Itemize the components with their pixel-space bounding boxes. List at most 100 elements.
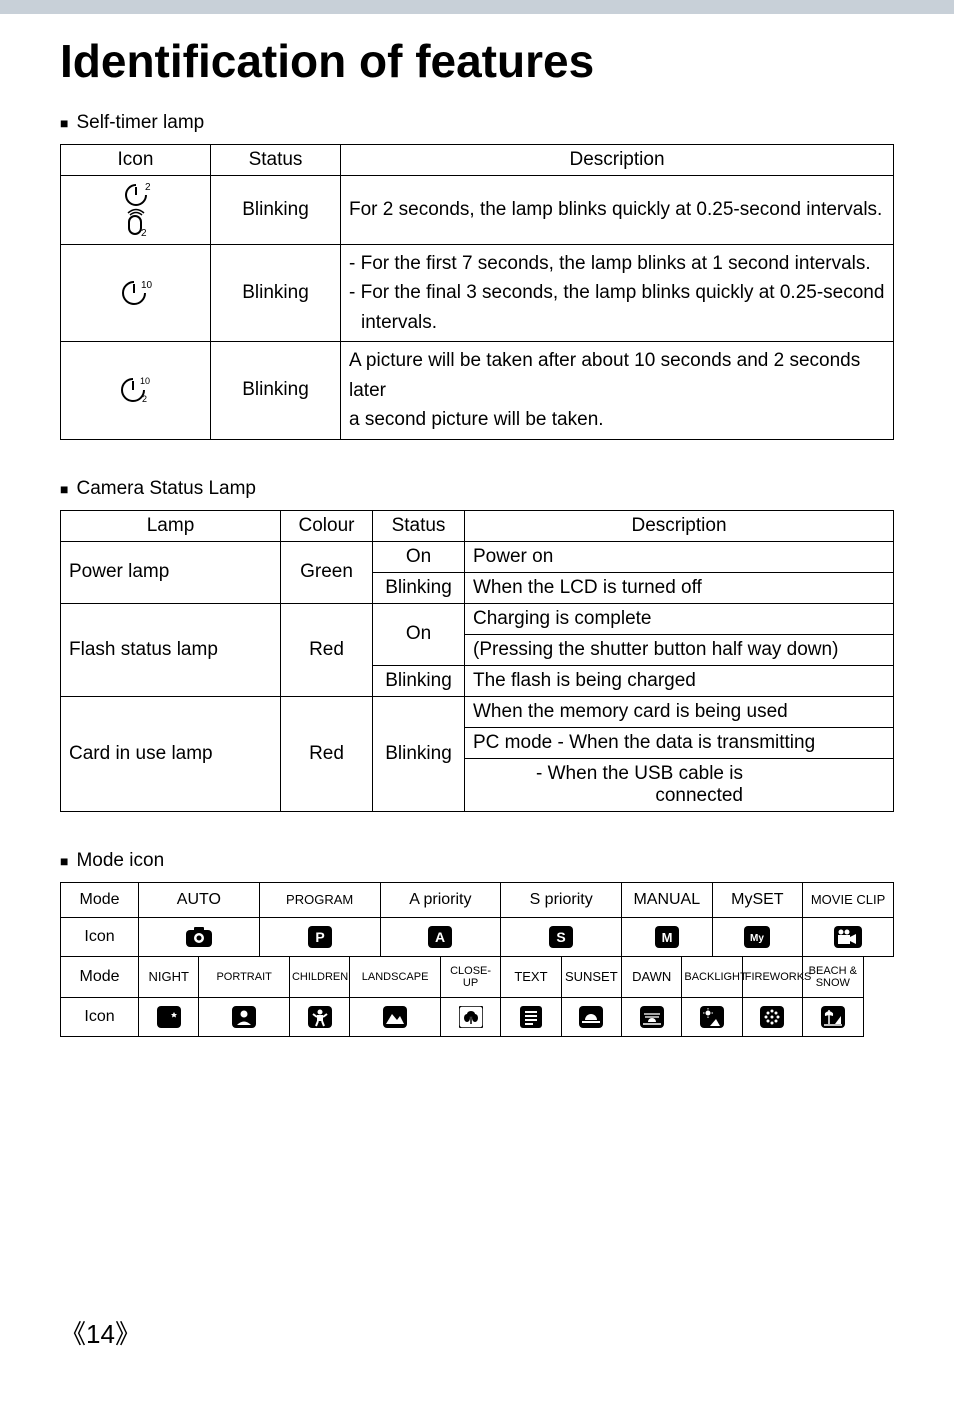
bullet-icon: ■: [60, 481, 68, 497]
flash-blink-status: Blinking: [373, 665, 465, 696]
mode-children: CHILDREN: [289, 956, 349, 997]
r4-label: Icon: [61, 997, 139, 1036]
camera-status-table: Lamp Colour Status Description Power lam…: [60, 510, 894, 812]
dawn-icon: [622, 997, 682, 1036]
mode-sunset: SUNSET: [561, 956, 621, 997]
self-timer-heading: ■ Self-timer lamp: [60, 112, 894, 134]
fireworks-icon: [742, 997, 802, 1036]
th-desc2: Description: [465, 510, 894, 541]
power-blink-status: Blinking: [373, 572, 465, 603]
program-icon: P: [259, 917, 380, 956]
status-3: Blinking: [211, 342, 341, 439]
s-priority-icon: S: [501, 917, 622, 956]
beach-snow-icon: [803, 997, 863, 1036]
page-number: 《14》: [60, 1314, 141, 1351]
th-icon: Icon: [61, 145, 211, 176]
card-d2: PC mode - When the data is transmitting: [465, 727, 894, 758]
status-2: Blinking: [211, 245, 341, 342]
svg-text:10: 10: [141, 280, 153, 291]
card-colour: Red: [281, 696, 373, 811]
status-1: Blinking: [211, 176, 341, 245]
svg-text:My: My: [750, 933, 764, 944]
card-status: Blinking: [373, 696, 465, 811]
sunset-icon: [561, 997, 621, 1036]
mode-text: TEXT: [501, 956, 561, 997]
page-title: Identification of features: [60, 34, 894, 88]
icon-10-2s: 102: [61, 342, 211, 439]
camera-status-heading: ■ Camera Status Lamp: [60, 478, 894, 500]
mode-a: A priority: [380, 882, 501, 917]
svg-text:A: A: [435, 929, 445, 945]
desc-1: For 2 seconds, the lamp blinks quickly a…: [341, 176, 894, 245]
mode-movie: MOVIE CLIP: [803, 882, 894, 917]
r1-label: Mode: [61, 882, 139, 917]
desc-2-l3: intervals.: [349, 312, 437, 333]
flash-on-d1: Charging is complete: [465, 603, 894, 634]
flash-colour: Red: [281, 603, 373, 696]
power-lamp-label: Power lamp: [61, 541, 281, 603]
mode-icon-table: Mode AUTO PROGRAM A priority S priority …: [60, 882, 894, 1037]
th-lamp: Lamp: [61, 510, 281, 541]
desc-2-l1: - For the first 7 seconds, the lamp blin…: [349, 253, 871, 274]
portrait-icon: [199, 997, 290, 1036]
svg-text:2: 2: [142, 394, 147, 404]
bullet-icon: ■: [60, 115, 68, 131]
mode-closeup: CLOSE-UP: [440, 956, 500, 997]
r3-label: Mode: [61, 956, 139, 997]
mode-night: NIGHT: [139, 956, 199, 997]
power-on-desc: Power on: [465, 541, 894, 572]
mode-icon-label: Mode icon: [76, 850, 164, 872]
mode-fireworks: FIREWORKS: [742, 956, 802, 997]
desc-3: A picture will be taken after about 10 s…: [341, 342, 894, 439]
r2-label: Icon: [61, 917, 139, 956]
desc-3-l2: a second picture will be taken.: [349, 409, 604, 430]
mode-manual: MANUAL: [622, 882, 713, 917]
mode-portrait: PORTRAIT: [199, 956, 290, 997]
timer-2s-icon: 2: [121, 182, 151, 208]
header-divider: [0, 0, 954, 14]
landscape-icon: [350, 997, 441, 1036]
night-icon: [139, 997, 199, 1036]
mode-auto: AUTO: [139, 882, 260, 917]
self-timer-table: Icon Status Description 2 2 Blinking For…: [60, 144, 894, 440]
desc-2-l2: - For the final 3 seconds, the lamp blin…: [349, 282, 884, 303]
myset-icon: My: [712, 917, 803, 956]
desc-3-l1: A picture will be taken after about 10 s…: [349, 350, 860, 400]
timer-double-icon: 102: [118, 375, 154, 405]
page-number-value: 14: [86, 1319, 115, 1349]
card-d1: When the memory card is being used: [465, 696, 894, 727]
mode-landscape: LANDSCAPE: [350, 956, 441, 997]
mode-program: PROGRAM: [259, 882, 380, 917]
flash-on-status: On: [373, 603, 465, 665]
svg-text:M: M: [661, 930, 672, 945]
auto-icon: [139, 917, 260, 956]
children-icon: [289, 997, 349, 1036]
th-desc: Description: [341, 145, 894, 176]
card-d3: - When the USB cable is connected: [465, 758, 894, 811]
mode-myset: MySET: [712, 882, 803, 917]
power-colour: Green: [281, 541, 373, 603]
bullet-icon: ■: [60, 853, 68, 869]
card-lamp-label: Card in use lamp: [61, 696, 281, 811]
desc-2: - For the first 7 seconds, the lamp blin…: [341, 245, 894, 342]
mode-dawn: DAWN: [622, 956, 682, 997]
th-status2: Status: [373, 510, 465, 541]
mode-backlight: BACKLIGHT: [682, 956, 742, 997]
icon-2s-remote: 2 2: [61, 176, 211, 245]
closeup-icon: [440, 997, 500, 1036]
movie-clip-icon: [803, 917, 894, 956]
th-colour: Colour: [281, 510, 373, 541]
flash-blink-desc: The flash is being charged: [465, 665, 894, 696]
power-on-status: On: [373, 541, 465, 572]
flash-on-d2: (Pressing the shutter button half way do…: [465, 634, 894, 665]
th-status: Status: [211, 145, 341, 176]
svg-text:P: P: [315, 929, 324, 945]
mode-s: S priority: [501, 882, 622, 917]
flash-lamp-label: Flash status lamp: [61, 603, 281, 696]
icon-10s: 10: [61, 245, 211, 342]
camera-status-label: Camera Status Lamp: [76, 478, 256, 500]
svg-text:2: 2: [145, 182, 151, 193]
text-icon: [501, 997, 561, 1036]
backlight-icon: [682, 997, 742, 1036]
self-timer-label: Self-timer lamp: [76, 112, 204, 134]
